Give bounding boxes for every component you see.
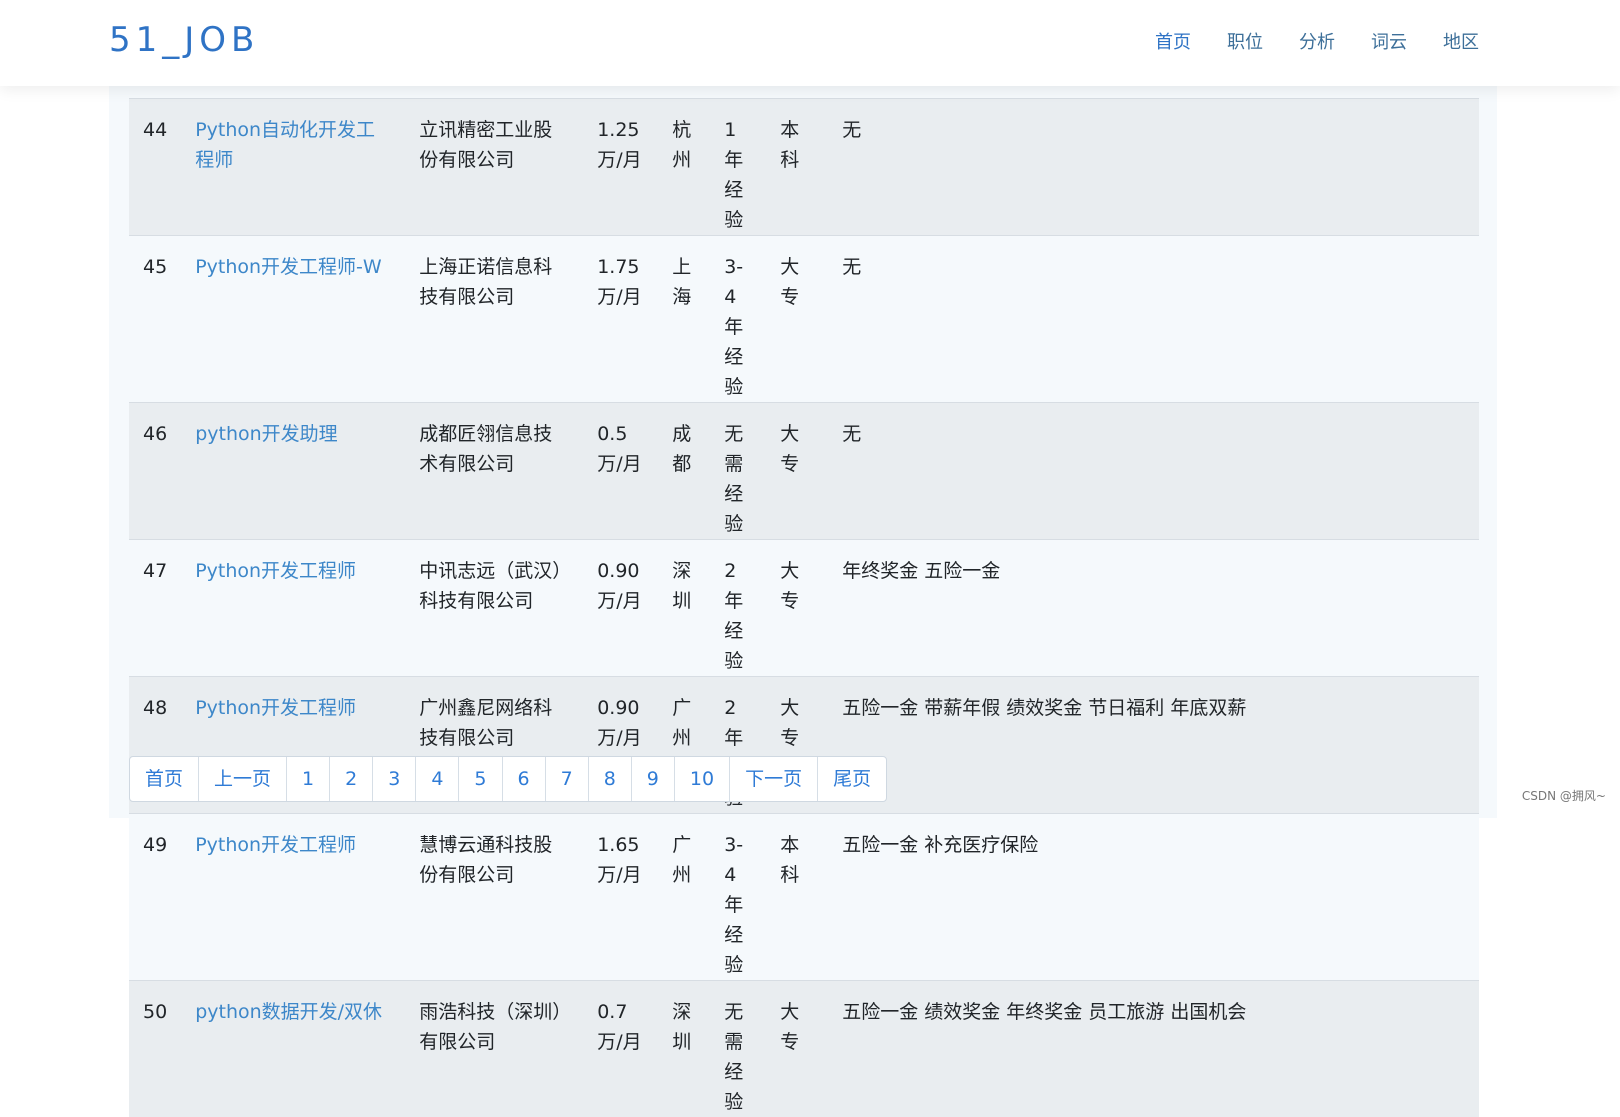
education: 大专 bbox=[766, 403, 828, 540]
table-row: 47 Python开发工程师 中讯志远（武汉）科技有限公司 0.90万/月 深圳… bbox=[129, 540, 1479, 677]
page-4[interactable]: 4 bbox=[415, 757, 458, 801]
city: 上海 bbox=[658, 236, 710, 403]
page-3[interactable]: 3 bbox=[372, 757, 415, 801]
city: 深圳 bbox=[658, 981, 710, 1117]
row-number: 45 bbox=[129, 236, 181, 403]
jobs-table: 44 Python自动化开发工程师 立讯精密工业股份有限公司 1.25万/月 杭… bbox=[129, 98, 1479, 1117]
page-next[interactable]: 下一页 bbox=[729, 757, 817, 801]
row-number: 50 bbox=[129, 981, 181, 1117]
table-row: 46 python开发助理 成都匠翎信息技术有限公司 0.5万/月 成都 无需经… bbox=[129, 403, 1479, 540]
company-name: 成都匠翎信息技术有限公司 bbox=[405, 403, 583, 540]
table-row: 44 Python自动化开发工程师 立讯精密工业股份有限公司 1.25万/月 杭… bbox=[129, 99, 1479, 236]
company-name: 中讯志远（武汉）科技有限公司 bbox=[405, 540, 583, 677]
nav-home[interactable]: 首页 bbox=[1155, 28, 1191, 54]
page-1[interactable]: 1 bbox=[286, 757, 329, 801]
company-name: 立讯精密工业股份有限公司 bbox=[405, 99, 583, 236]
education: 大专 bbox=[766, 981, 828, 1117]
welfare: 年终奖金 五险一金 bbox=[828, 540, 1479, 677]
experience: 3-4年经验 bbox=[710, 814, 766, 981]
salary: 0.7万/月 bbox=[583, 981, 658, 1117]
row-number: 44 bbox=[129, 99, 181, 236]
experience: 无需经验 bbox=[710, 981, 766, 1117]
nav-links: 首页 职位 分析 词云 地区 bbox=[1119, 28, 1479, 54]
brand-logo[interactable]: 51_JOB bbox=[109, 20, 259, 60]
welfare: 五险一金 带薪年假 绩效奖金 节日福利 年底双薪 bbox=[828, 677, 1479, 814]
watermark: CSDN @拥风~ bbox=[1522, 787, 1606, 804]
pagination: 首页 上一页 1 2 3 4 5 6 7 8 9 10 下一页 尾页 bbox=[129, 756, 887, 802]
welfare: 五险一金 绩效奖金 年终奖金 员工旅游 出国机会 bbox=[828, 981, 1479, 1117]
education: 本科 bbox=[766, 814, 828, 981]
education: 大专 bbox=[766, 540, 828, 677]
welfare: 无 bbox=[828, 403, 1479, 540]
page-first[interactable]: 首页 bbox=[130, 757, 198, 801]
job-title-link[interactable]: Python开发工程师 bbox=[195, 834, 356, 856]
experience: 3-4年经验 bbox=[710, 236, 766, 403]
page-5[interactable]: 5 bbox=[458, 757, 501, 801]
experience: 2年经验 bbox=[710, 540, 766, 677]
main-content: 44 Python自动化开发工程师 立讯精密工业股份有限公司 1.25万/月 杭… bbox=[109, 86, 1497, 818]
page-9[interactable]: 9 bbox=[631, 757, 674, 801]
table-row: 49 Python开发工程师 慧博云通科技股份有限公司 1.65万/月 广州 3… bbox=[129, 814, 1479, 981]
page-2[interactable]: 2 bbox=[329, 757, 372, 801]
city: 杭州 bbox=[658, 99, 710, 236]
row-number: 46 bbox=[129, 403, 181, 540]
city: 成都 bbox=[658, 403, 710, 540]
welfare: 无 bbox=[828, 99, 1479, 236]
job-title-link[interactable]: Python自动化开发工程师 bbox=[195, 119, 375, 171]
table-row: 45 Python开发工程师-W 上海正诺信息科技有限公司 1.75万/月 上海… bbox=[129, 236, 1479, 403]
job-title-link[interactable]: Python开发工程师 bbox=[195, 697, 356, 719]
row-number: 47 bbox=[129, 540, 181, 677]
nav-jobs[interactable]: 职位 bbox=[1227, 28, 1263, 54]
page-8[interactable]: 8 bbox=[588, 757, 631, 801]
job-title-link[interactable]: python开发助理 bbox=[195, 423, 337, 445]
job-title-link[interactable]: python数据开发/双休 bbox=[195, 1001, 382, 1023]
education: 本科 bbox=[766, 99, 828, 236]
page-last[interactable]: 尾页 bbox=[817, 757, 886, 801]
page-prev[interactable]: 上一页 bbox=[198, 757, 286, 801]
salary: 0.5万/月 bbox=[583, 403, 658, 540]
page-7[interactable]: 7 bbox=[545, 757, 588, 801]
salary: 1.75万/月 bbox=[583, 236, 658, 403]
salary: 1.65万/月 bbox=[583, 814, 658, 981]
welfare: 五险一金 补充医疗保险 bbox=[828, 814, 1479, 981]
company-name: 慧博云通科技股份有限公司 bbox=[405, 814, 583, 981]
nav-analysis[interactable]: 分析 bbox=[1299, 28, 1335, 54]
job-title-link[interactable]: Python开发工程师-W bbox=[195, 256, 382, 278]
experience: 无需经验 bbox=[710, 403, 766, 540]
salary: 1.25万/月 bbox=[583, 99, 658, 236]
table-row: 50 python数据开发/双休 雨浩科技（深圳）有限公司 0.7万/月 深圳 … bbox=[129, 981, 1479, 1117]
page-10[interactable]: 10 bbox=[674, 757, 729, 801]
row-number: 49 bbox=[129, 814, 181, 981]
salary: 0.90万/月 bbox=[583, 540, 658, 677]
page-6[interactable]: 6 bbox=[502, 757, 545, 801]
job-title-link[interactable]: Python开发工程师 bbox=[195, 560, 356, 582]
city: 深圳 bbox=[658, 540, 710, 677]
welfare: 无 bbox=[828, 236, 1479, 403]
navbar: 51_JOB 首页 职位 分析 词云 地区 bbox=[0, 0, 1620, 86]
education: 大专 bbox=[766, 236, 828, 403]
company-name: 雨浩科技（深圳）有限公司 bbox=[405, 981, 583, 1117]
nav-wordcloud[interactable]: 词云 bbox=[1371, 28, 1407, 54]
company-name: 上海正诺信息科技有限公司 bbox=[405, 236, 583, 403]
nav-region[interactable]: 地区 bbox=[1443, 28, 1479, 54]
experience: 1年经验 bbox=[710, 99, 766, 236]
city: 广州 bbox=[658, 814, 710, 981]
